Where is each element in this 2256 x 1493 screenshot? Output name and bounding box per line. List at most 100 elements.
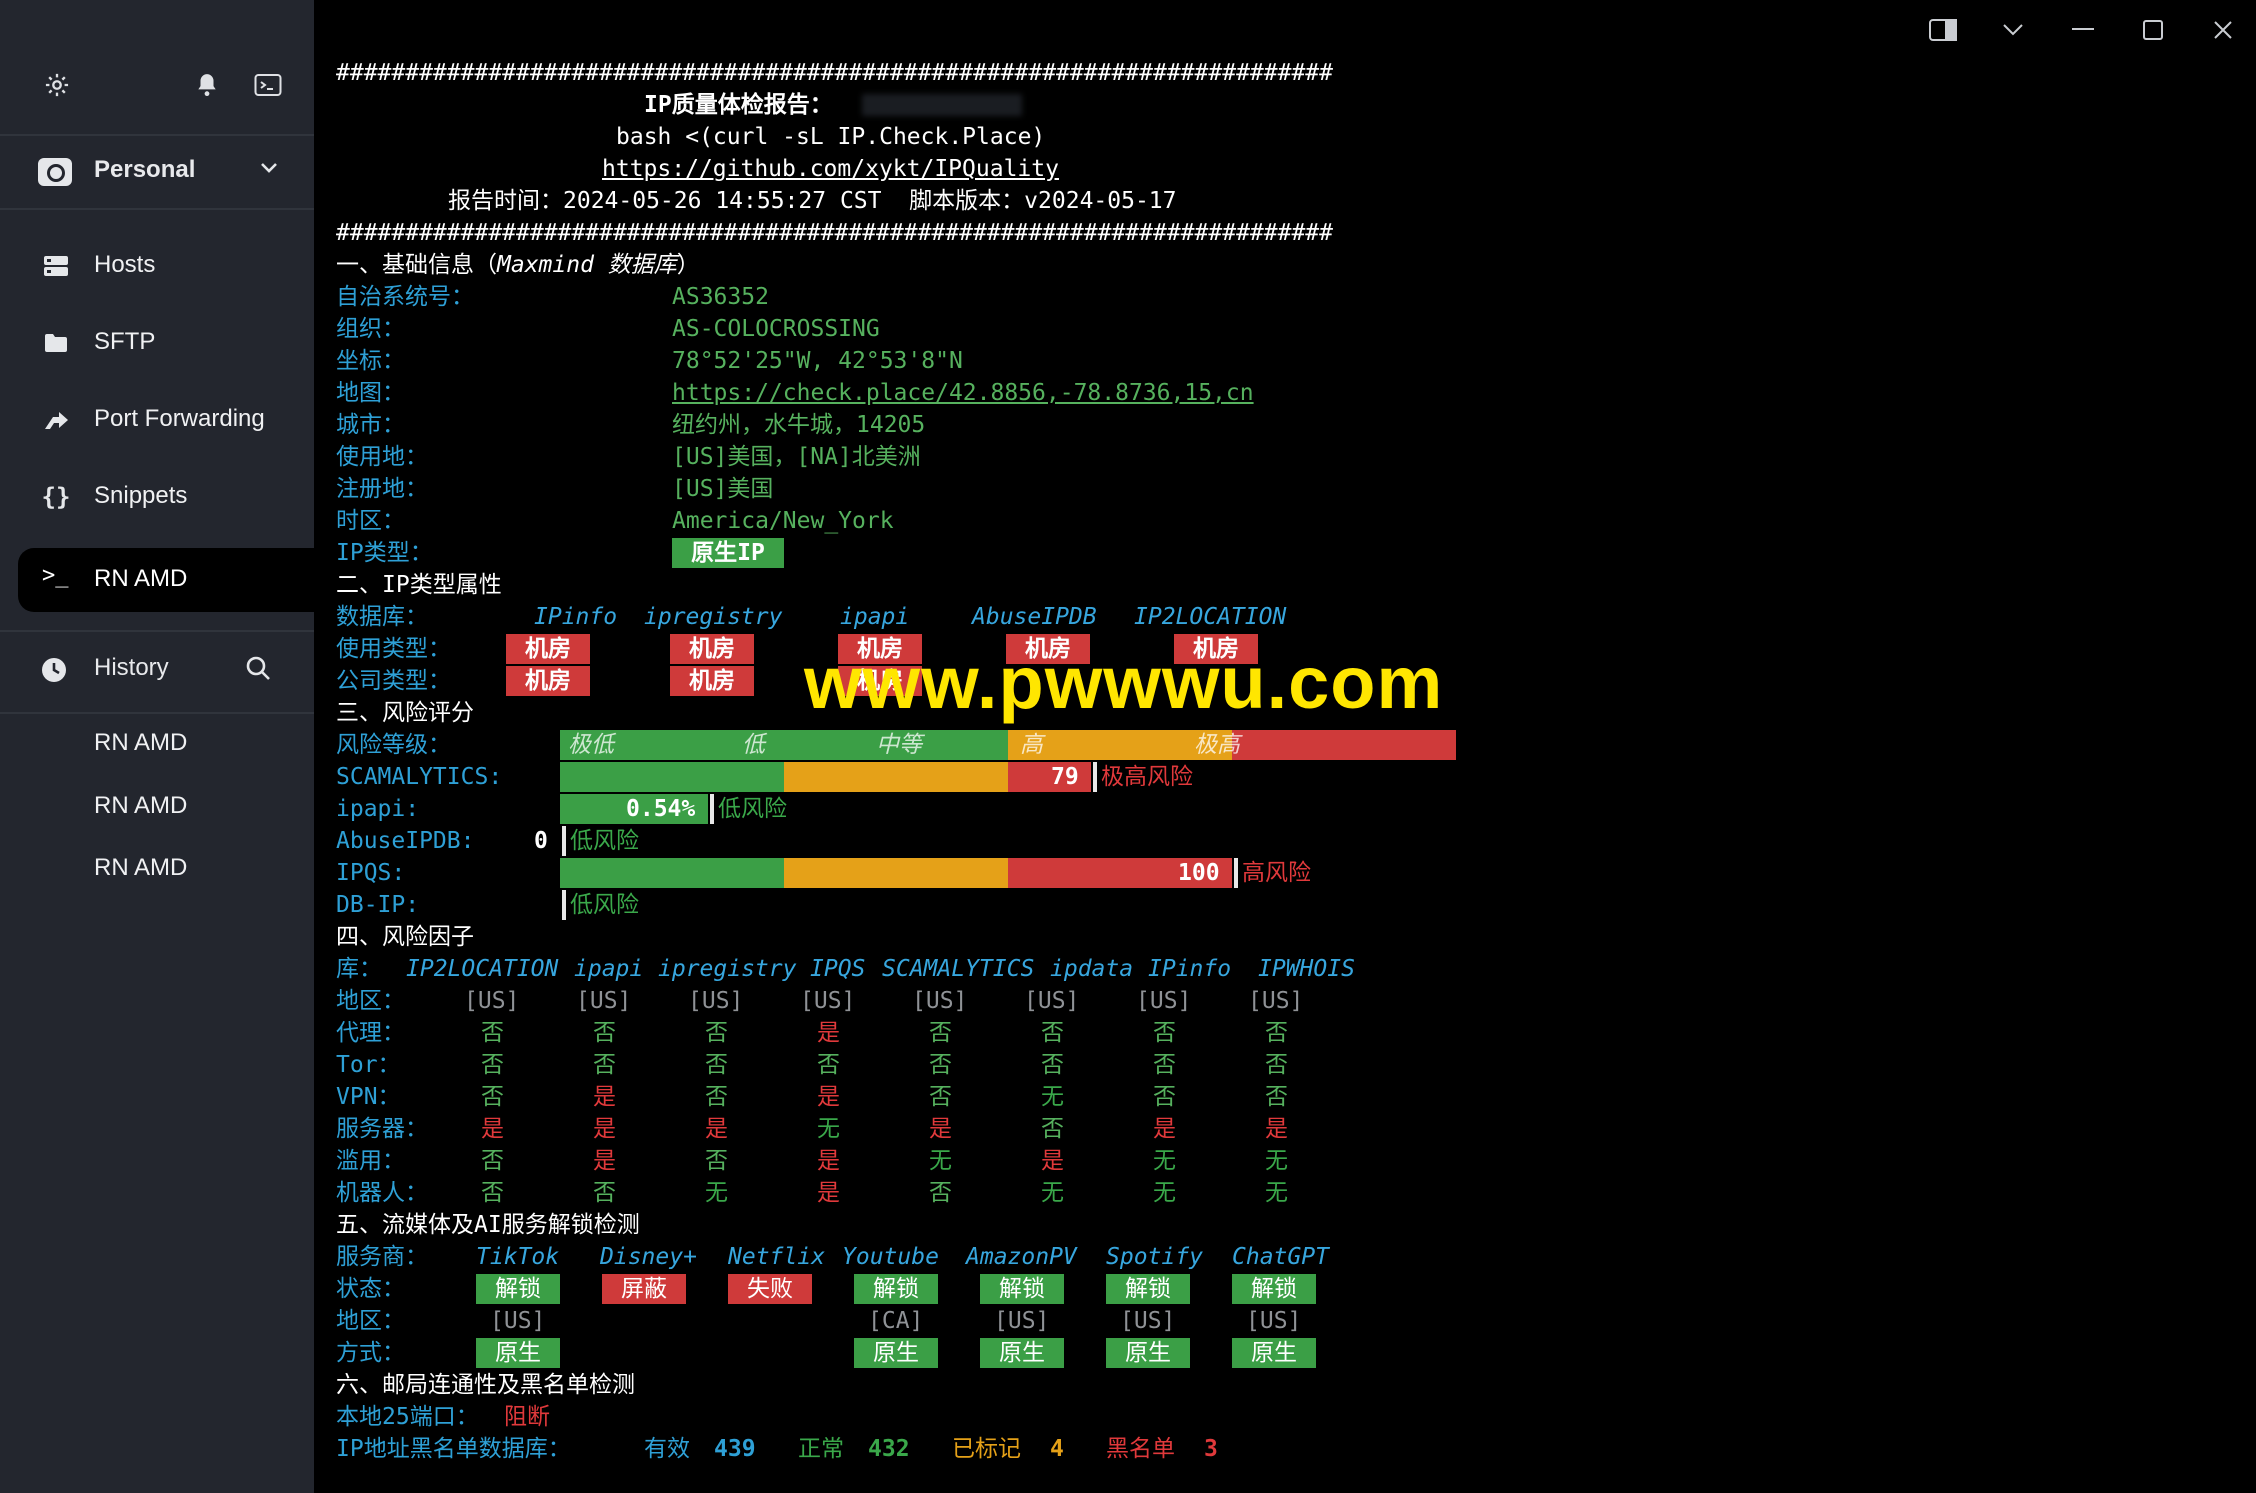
unlock-method-badge: 原生 bbox=[854, 1338, 938, 1368]
blacklist-black-label: 黑名单 bbox=[1106, 1436, 1175, 1462]
redacted-ip bbox=[862, 94, 1022, 116]
risk-factor-cell: 无 bbox=[1153, 1180, 1176, 1206]
risk-factor-cell: 是 bbox=[1153, 1116, 1176, 1142]
maximize-icon[interactable] bbox=[2133, 10, 2173, 50]
app-window: Personal Hosts SFTP Port Forwarding {} S… bbox=[0, 0, 2256, 1493]
sidebar-item-hosts[interactable]: Hosts bbox=[0, 232, 314, 300]
field-label: 方式： bbox=[336, 1340, 405, 1366]
risk-factor-cell: 是 bbox=[593, 1116, 616, 1142]
unlock-status-badge: 屏蔽 bbox=[602, 1274, 686, 1304]
database-name: AbuseIPDB bbox=[972, 604, 1097, 630]
risk-factor-cell: 否 bbox=[481, 1148, 504, 1174]
field-label: 滥用： bbox=[336, 1148, 405, 1174]
history-header[interactable]: History bbox=[0, 630, 314, 714]
company-type-badge: 机房 bbox=[670, 666, 754, 696]
field-label: 代理： bbox=[336, 1020, 405, 1046]
risk-scale-segment bbox=[1232, 730, 1456, 760]
risk-verdict: 高风险 bbox=[1242, 860, 1311, 886]
close-icon[interactable] bbox=[2203, 10, 2243, 50]
risk-factor-cell: 无 bbox=[705, 1180, 728, 1206]
tab-rn-amd[interactable]: >_ RN AMD bbox=[18, 548, 314, 612]
risk-factor-cell: [US] bbox=[1136, 988, 1192, 1014]
search-icon[interactable] bbox=[244, 654, 272, 686]
hosts-icon bbox=[40, 250, 72, 282]
sidebar-item-sftp[interactable]: SFTP bbox=[0, 309, 314, 377]
vault-selector[interactable]: Personal bbox=[0, 136, 314, 210]
risk-factor-cell: 否 bbox=[929, 1084, 952, 1110]
field-label: 使用地： bbox=[336, 444, 428, 470]
field-label: 机器人： bbox=[336, 1180, 428, 1206]
chevron-down-icon[interactable] bbox=[1993, 10, 2033, 50]
terminal-icon[interactable] bbox=[251, 68, 285, 102]
history-item[interactable]: RN AMD bbox=[94, 792, 187, 820]
field-label: IP类型： bbox=[336, 540, 433, 566]
sidebar-item-snippets[interactable]: {} Snippets bbox=[0, 463, 314, 531]
hash-line: ########################################… bbox=[336, 60, 1333, 86]
risk-factor-cell: [US] bbox=[1024, 988, 1080, 1014]
minimize-icon[interactable] bbox=[2063, 10, 2103, 50]
risk-factor-cell: 否 bbox=[1041, 1116, 1064, 1142]
risk-factor-cell: 是 bbox=[1265, 1116, 1288, 1142]
blacklist-normal-label: 正常 bbox=[798, 1436, 844, 1462]
field-label: SCAMALYTICS: bbox=[336, 764, 503, 790]
database-name: ipregistry bbox=[644, 604, 783, 630]
field-label: AbuseIPDB: bbox=[336, 828, 475, 854]
risk-factor-cell: 是 bbox=[593, 1084, 616, 1110]
risk-verdict: 极高风险 bbox=[1101, 764, 1193, 790]
field-label: 地区： bbox=[336, 988, 405, 1014]
field-label: 服务商： bbox=[336, 1244, 428, 1270]
sidebar-item-label: Hosts bbox=[94, 251, 156, 278]
field-label: 自治系统号： bbox=[336, 284, 474, 310]
risk-bar-marker bbox=[562, 826, 566, 856]
service-name: TikTok bbox=[476, 1244, 560, 1270]
clock-icon bbox=[40, 656, 68, 688]
prompt-icon: >_ bbox=[42, 563, 69, 588]
risk-factor-cell: 是 bbox=[817, 1148, 840, 1174]
risk-factor-cell: 是 bbox=[817, 1180, 840, 1206]
sidebar-item-label: SFTP bbox=[94, 328, 156, 355]
history-item[interactable]: RN AMD bbox=[94, 729, 187, 757]
risk-factor-cell: 是 bbox=[593, 1148, 616, 1174]
unlock-method-badge: 原生 bbox=[476, 1338, 560, 1368]
settings-gear-icon[interactable] bbox=[40, 68, 74, 102]
risk-factor-cell: 否 bbox=[929, 1180, 952, 1206]
risk-bar bbox=[560, 762, 784, 792]
risk-level-label: 低 bbox=[742, 732, 765, 758]
bell-icon[interactable] bbox=[190, 68, 224, 102]
field-label: 公司类型： bbox=[336, 668, 451, 694]
field-label: 组织： bbox=[336, 316, 405, 342]
field-label: 时区： bbox=[336, 508, 405, 534]
service-name: AmazonPV bbox=[966, 1244, 1077, 1270]
service-name: Disney+ bbox=[600, 1244, 697, 1270]
history-item[interactable]: RN AMD bbox=[94, 854, 187, 882]
field-value: 纽约州，水牛城，14205 bbox=[672, 412, 926, 438]
field-label: 地图： bbox=[336, 380, 405, 406]
database-name: IP2LOCATION bbox=[1134, 604, 1287, 630]
field-label: DB-IP: bbox=[336, 892, 420, 918]
risk-factor-cell: 无 bbox=[1153, 1148, 1176, 1174]
risk-factor-cell: 是 bbox=[817, 1020, 840, 1046]
github-link[interactable]: https://github.com/xykt/IPQuality bbox=[602, 154, 1059, 184]
sidebar-item-label: Snippets bbox=[94, 482, 188, 509]
library-name: IPinfo bbox=[1148, 956, 1232, 982]
folder-icon bbox=[40, 327, 72, 359]
field-value: AS36352 bbox=[672, 284, 769, 310]
chevron-down-icon[interactable] bbox=[258, 156, 280, 182]
library-name: ipdata bbox=[1050, 956, 1134, 982]
unlock-method-badge: 原生 bbox=[1106, 1338, 1190, 1368]
split-view-icon[interactable] bbox=[1923, 10, 1963, 50]
database-name: ipapi bbox=[840, 604, 910, 630]
blacklist-normal-count: 432 bbox=[868, 1436, 910, 1462]
usage-type-badge: 机房 bbox=[506, 634, 590, 664]
map-link[interactable]: https://check.place/42.8856,-78.8736,15,… bbox=[672, 378, 1254, 408]
unlock-status-badge: 解锁 bbox=[476, 1274, 560, 1304]
ip-type-badge: 原生IP bbox=[672, 538, 784, 568]
section-heading: 一、基础信息（Maxmind 数据库） bbox=[336, 252, 700, 278]
service-name: ChatGPT bbox=[1232, 1244, 1329, 1270]
risk-score: 0 bbox=[534, 828, 548, 854]
risk-factor-cell: [US] bbox=[576, 988, 632, 1014]
service-region: [US] bbox=[490, 1308, 546, 1334]
sidebar-item-port-forwarding[interactable]: Port Forwarding bbox=[0, 386, 314, 454]
risk-factor-cell: 无 bbox=[817, 1116, 840, 1142]
risk-factor-cell: 否 bbox=[593, 1020, 616, 1046]
